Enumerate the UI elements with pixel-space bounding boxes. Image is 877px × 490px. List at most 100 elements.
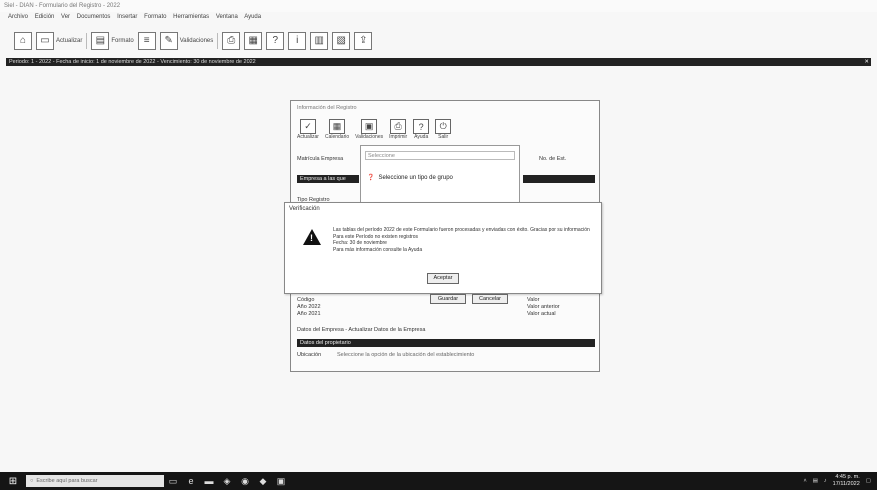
home-button[interactable]: ⌂ — [14, 32, 32, 50]
file-explorer-icon[interactable]: ▬ — [200, 476, 218, 486]
menu-item[interactable]: Archivo — [8, 14, 28, 20]
chevron-up-icon[interactable]: ˄ — [804, 478, 807, 484]
form-icon: ▤ — [91, 32, 110, 50]
company-data-link[interactable]: Datos del Empresa - Actualizar Datos de … — [297, 327, 425, 333]
menu-item[interactable]: Formato — [144, 14, 166, 20]
taskbar-search[interactable]: ○ Escribe aquí para buscar — [26, 475, 164, 487]
home-icon: ⌂ — [14, 32, 32, 50]
edit-icon: ✎ — [159, 32, 178, 50]
export-button[interactable]: ⇪ — [354, 32, 373, 50]
table-icon: ▧ — [332, 32, 351, 50]
edge-icon[interactable]: e — [182, 476, 200, 486]
ribbon-label: Calendario — [324, 134, 350, 140]
owner-data-header: Datos del propietario — [297, 339, 595, 347]
ribbon-calendar-button[interactable]: ▦ Calendario — [325, 119, 349, 140]
ribbon-help-button[interactable]: ? Ayuda — [413, 119, 430, 140]
toolbar-label: Validaciones — [179, 38, 214, 44]
validations-button[interactable]: ✎ Validaciones — [159, 32, 214, 50]
menu-item[interactable]: Insertar — [117, 14, 137, 20]
ribbon: ✓ Actualizar ▦ Calendario ▣ Validaciones ⎙ I… — [297, 119, 452, 140]
period-status-text: Periodo: 1 - 2022 - Fecha de inicio: 1 d… — [9, 59, 256, 65]
help-icon: ? — [266, 32, 285, 50]
app-icon[interactable]: ◆ — [254, 476, 272, 487]
menu-item[interactable]: Ver — [61, 14, 70, 20]
grid-cell: Valor — [527, 297, 540, 303]
print-icon: ⎙ — [390, 119, 407, 134]
group-type-field[interactable]: Seleccione — [365, 151, 515, 160]
update-button[interactable]: ▭ Actualizar — [36, 32, 82, 50]
taskbar: ⊞ ○ Escribe aquí para buscar ▭ e ▬ ◈ ◉ ◆… — [0, 472, 877, 490]
companies-header-right — [523, 175, 595, 183]
ribbon-validations-button[interactable]: ▣ Validaciones — [355, 119, 383, 140]
info-button[interactable]: i — [288, 32, 307, 50]
verification-dialog: Verificación ! Las tablas del período 20… — [284, 202, 602, 294]
menu-item[interactable]: Documentos — [77, 14, 111, 20]
grid-button[interactable]: ▦ — [244, 32, 263, 50]
establishment-number-label: No. de Est. — [539, 156, 567, 162]
list-icon: ≡ — [137, 32, 156, 50]
group-type-option[interactable]: ❓ Seleccione un tipo de grupo — [367, 174, 453, 182]
close-icon[interactable]: ✕ — [864, 58, 869, 66]
clock-date: 17/11/2022 — [832, 480, 860, 487]
chart-button[interactable]: ▥ — [310, 32, 329, 50]
save-button[interactable]: Guardar — [430, 294, 466, 304]
ribbon-print-button[interactable]: ⎙ Imprimir — [389, 119, 407, 140]
format-button[interactable]: ▤ Formato — [91, 32, 134, 50]
validate-icon: ▣ — [361, 119, 378, 134]
volume-icon[interactable]: ♪ — [824, 478, 827, 484]
help-button[interactable]: ? — [266, 32, 285, 50]
taskbar-search-placeholder: Escribe aquí para buscar — [36, 478, 98, 484]
grid-cell: Código — [297, 297, 315, 303]
task-view-icon[interactable]: ▭ — [164, 476, 182, 487]
companies-header: Empresa a las que — [297, 175, 359, 183]
toolbar-label: Formato — [111, 38, 134, 44]
check-icon: ✓ — [299, 119, 316, 134]
grid-icon: ▦ — [244, 32, 263, 50]
grid-cell: Año 2022 — [297, 304, 321, 310]
network-icon[interactable]: ▤ — [813, 478, 818, 484]
store-icon[interactable]: ◈ — [218, 476, 236, 487]
menu-item[interactable]: Ventana — [216, 14, 238, 20]
warning-icon-mark: ! — [310, 233, 313, 243]
menu-item[interactable]: Edición — [35, 14, 55, 20]
chrome-icon[interactable]: ◉ — [236, 476, 254, 487]
app-icon[interactable]: ▣ — [272, 476, 290, 487]
period-status-bar: Periodo: 1 - 2022 - Fecha de inicio: 1 d… — [6, 58, 871, 66]
print-icon: ⎙ — [222, 32, 241, 50]
table-button[interactable]: ▧ — [332, 32, 351, 50]
ribbon-update-button[interactable]: ✓ Actualizar — [297, 119, 319, 140]
toolbar-label: Actualizar — [56, 38, 83, 44]
message-line: Las tablas del período 2022 de este Form… — [333, 227, 590, 233]
ribbon-label: Imprimir — [389, 134, 408, 140]
cancel-button[interactable]: Cancelar — [472, 294, 508, 304]
document-icon: ▭ — [36, 32, 54, 50]
company-registration-label: Matrícula Empresa — [297, 156, 344, 162]
ribbon-label: Validaciones — [355, 134, 384, 140]
registration-window-title: Información del Registro — [297, 105, 357, 111]
menu-item[interactable]: Herramientas — [173, 14, 209, 20]
ribbon-exit-button[interactable]: ⏻ Salir — [435, 119, 452, 140]
group-type-dropdown[interactable]: Seleccione ❓ Seleccione un tipo de grupo — [360, 145, 520, 203]
ribbon-label: Salir — [438, 134, 449, 140]
verification-message: Las tablas del período 2022 de este Form… — [333, 227, 595, 253]
message-line: Para más información consulte la Ayuda — [333, 246, 423, 253]
toolbar: ⌂ ▭ Actualizar ▤ Formato ≡ ✎ Validaciones ⎙… — [14, 30, 373, 52]
windows-start-icon[interactable]: ⊞ — [0, 476, 26, 487]
location-value[interactable]: Seleccione la opción de la ubicación del… — [337, 352, 474, 358]
verification-dialog-title: Verificación — [289, 206, 320, 212]
search-icon: ○ — [30, 478, 34, 484]
grid-left-column: Código Año 2022 Año 2021 — [297, 297, 321, 318]
grid-cell: Valor anterior — [527, 304, 560, 310]
menu-item[interactable]: Ayuda — [244, 14, 261, 20]
group-type-option-label: Seleccione un tipo de grupo — [378, 174, 453, 181]
notifications-icon[interactable]: ▢ — [866, 478, 871, 484]
grid-right-column: Valor Valor anterior Valor actual — [527, 297, 560, 318]
calendar-icon: ▦ — [329, 119, 346, 134]
list-button[interactable]: ≡ — [137, 32, 156, 50]
help-icon: ? — [413, 119, 430, 134]
chart-icon: ▥ — [310, 32, 329, 50]
exit-icon: ⏻ — [435, 119, 452, 134]
clock[interactable]: 4:45 p. m. 17/11/2022 — [833, 474, 860, 487]
accept-button[interactable]: Aceptar — [427, 273, 459, 284]
print-button[interactable]: ⎙ — [222, 32, 241, 50]
